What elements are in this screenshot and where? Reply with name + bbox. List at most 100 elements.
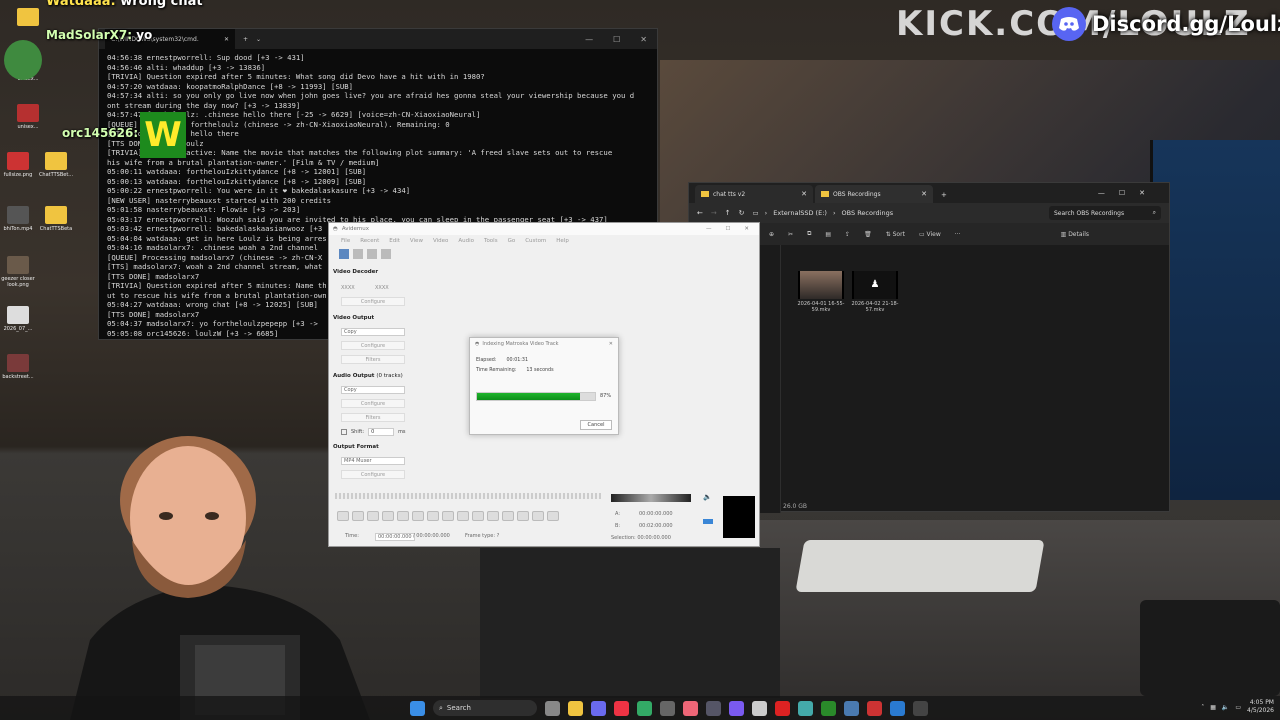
network-icon[interactable]: ▦ <box>1210 704 1216 711</box>
close-icon[interactable]: ✕ <box>609 341 613 347</box>
close-icon[interactable]: ✕ <box>640 35 647 44</box>
battery-icon[interactable]: ▭ <box>1235 704 1241 711</box>
prev-frame-icon[interactable] <box>382 511 394 521</box>
desktop-icon[interactable]: 2026_07_... <box>0 306 44 332</box>
minimize-icon[interactable]: — <box>585 35 593 44</box>
file-explorer-icon[interactable] <box>568 700 583 716</box>
explorer-tab[interactable]: chat tts v2 ✕ <box>695 185 813 203</box>
explorer-tab[interactable]: OBS Recordings ✕ <box>815 185 933 203</box>
breadcrumb-item[interactable]: ExternalSSD (E:) <box>773 209 827 217</box>
calculator-icon[interactable] <box>381 249 391 259</box>
app-icon[interactable] <box>775 700 790 716</box>
sort-button[interactable]: ⇅ Sort <box>886 231 905 238</box>
open-icon[interactable] <box>339 249 349 259</box>
avidemux-titlebar[interactable]: ◓ Avidemux — ☐ ✕ <box>329 223 759 235</box>
menu-help[interactable]: Help <box>556 238 569 244</box>
edge-icon[interactable] <box>637 700 652 716</box>
paste-icon[interactable]: ▤ <box>825 231 831 238</box>
app-icon[interactable] <box>798 700 813 716</box>
task-view-icon[interactable] <box>545 700 560 716</box>
volume-slider[interactable] <box>611 494 691 502</box>
close-icon[interactable]: ✕ <box>801 190 807 198</box>
app-icon[interactable] <box>752 700 767 716</box>
up-icon[interactable]: ↑ <box>725 209 731 217</box>
menu-recent[interactable]: Recent <box>360 238 379 244</box>
maximize-icon[interactable]: ☐ <box>613 35 620 44</box>
timeline-slider[interactable] <box>335 493 601 499</box>
breadcrumb[interactable]: ▭ › ExternalSSD (E:) › OBS Recordings <box>753 209 894 217</box>
app-icon[interactable] <box>683 700 698 716</box>
menu-file[interactable]: File <box>341 238 350 244</box>
goto-a-icon[interactable] <box>502 511 514 521</box>
clock[interactable]: 4:05 PM 4/5/2026 <box>1247 699 1274 715</box>
cut-icon[interactable]: ✂ <box>788 231 793 238</box>
minimize-icon[interactable]: — <box>706 226 712 232</box>
menu-tools[interactable]: Tools <box>484 238 498 244</box>
file-item[interactable]: 2026-04-01 16-55-59.mkv <box>797 271 845 313</box>
shift-input[interactable]: 0 <box>368 428 395 436</box>
desktop-icon[interactable]: ChatTTSBeta <box>30 206 82 232</box>
next-frame-icon[interactable] <box>397 511 409 521</box>
menu-video[interactable]: Video <box>433 238 448 244</box>
indexing-dialog[interactable]: ◓ Indexing Matroska Video Track ✕ Elapse… <box>469 337 619 435</box>
new-icon[interactable]: ⊕ <box>769 231 774 238</box>
app-icon[interactable] <box>821 700 836 716</box>
view-button[interactable]: ▭ View <box>919 231 941 238</box>
menu-go[interactable]: Go <box>508 238 516 244</box>
chevron-up-icon[interactable]: ˄ <box>1201 704 1204 711</box>
terminal-icon[interactable] <box>913 700 928 716</box>
github-icon[interactable] <box>660 700 675 716</box>
info-icon[interactable] <box>353 249 363 259</box>
desktop-icon[interactable]: geezer closer look.png <box>0 256 44 288</box>
taskbar-search[interactable]: ⌕ Search <box>433 700 537 716</box>
close-icon[interactable]: ✕ <box>744 226 749 232</box>
chrome-icon[interactable] <box>614 700 629 716</box>
maximize-icon[interactable]: ☐ <box>725 226 730 232</box>
file-explorer-window[interactable]: chat tts v2 ✕ OBS Recordings ✕ + —☐✕ ← →… <box>688 182 1170 513</box>
speaker-icon[interactable]: 🔈 <box>1222 704 1229 711</box>
fast-forward-icon[interactable] <box>427 511 439 521</box>
marker-b-icon[interactable] <box>487 511 499 521</box>
app-icon[interactable] <box>890 700 905 716</box>
step-forward-icon[interactable] <box>412 511 424 521</box>
menu-view[interactable]: View <box>410 238 423 244</box>
obs-icon[interactable] <box>706 700 721 716</box>
delete-icon[interactable]: 🗑 <box>864 231 872 238</box>
next-keyframe-icon[interactable] <box>457 511 469 521</box>
start-icon[interactable] <box>410 700 425 716</box>
avidemux-window[interactable]: ◓ Avidemux — ☐ ✕ File Recent Edit View Vid… <box>328 222 760 547</box>
file-item[interactable]: ♟ 2026-04-02 21-18-57.mkv <box>851 271 899 313</box>
more-options-button[interactable]: ··· <box>955 231 961 238</box>
audio-output-select[interactable]: Copy <box>341 386 405 394</box>
close-icon[interactable]: ✕ <box>921 190 927 198</box>
speaker-icon[interactable]: 🔈 <box>703 493 712 501</box>
marker-a-icon[interactable] <box>472 511 484 521</box>
app-icon[interactable] <box>729 700 744 716</box>
share-icon[interactable]: ⇪ <box>845 231 850 238</box>
save-icon[interactable] <box>367 249 377 259</box>
close-icon[interactable]: ✕ <box>224 36 229 43</box>
forward-icon[interactable]: → <box>711 209 717 217</box>
details-button[interactable]: ▥ Details <box>1061 231 1089 238</box>
back-icon[interactable]: ← <box>697 209 703 217</box>
audio-configure-button[interactable]: Configure <box>341 399 405 408</box>
search-input[interactable]: Search OBS Recordings ⌕ <box>1049 206 1161 220</box>
first-frame-icon[interactable] <box>532 511 544 521</box>
desktop-icon[interactable]: ChatTTSBet... <box>30 152 82 178</box>
brave-icon[interactable] <box>867 700 882 716</box>
app-icon[interactable] <box>591 700 606 716</box>
refresh-icon[interactable]: ↻ <box>739 209 745 217</box>
new-tab-icon[interactable]: + <box>935 191 953 203</box>
prev-keyframe-icon[interactable] <box>442 511 454 521</box>
video-output-select[interactable]: Copy <box>341 328 405 336</box>
current-time-input[interactable]: 00:00:00.000 <box>375 533 415 541</box>
video-configure-button[interactable]: Configure <box>341 341 405 350</box>
goto-b-icon[interactable] <box>517 511 529 521</box>
menu-audio[interactable]: Audio <box>458 238 474 244</box>
desktop-icon[interactable]: backstreet... <box>0 354 44 380</box>
menu-custom[interactable]: Custom <box>525 238 546 244</box>
decoder-configure-button[interactable]: Configure <box>341 297 405 306</box>
cancel-button[interactable]: Cancel <box>580 420 612 430</box>
breadcrumb-item[interactable]: OBS Recordings <box>842 209 894 217</box>
window-controls[interactable]: —☐✕ <box>1088 189 1169 203</box>
